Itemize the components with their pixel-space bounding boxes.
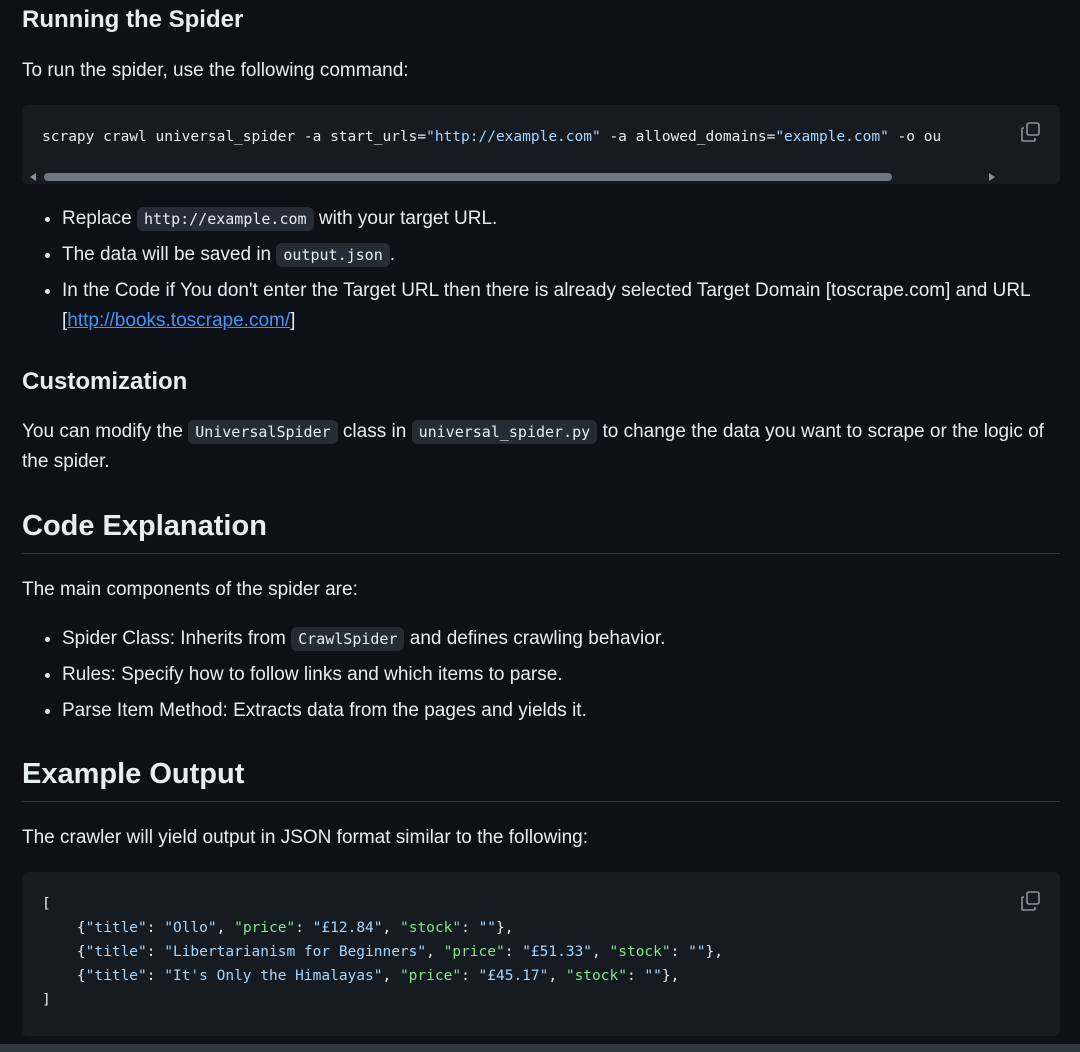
list-item: In the Code if You don't enter the Targe…: [62, 276, 1080, 336]
list-item: Parse Item Method: Extracts data from th…: [62, 696, 1080, 732]
customization-text: You can modify the UniversalSpider class…: [22, 420, 1044, 472]
component-bullets: Spider Class: Inherits from CrawlSpider …: [22, 624, 1080, 732]
heading-example-output: Example Output: [22, 756, 1060, 803]
bottom-edge: [0, 1044, 1080, 1052]
horizontal-scrollbar[interactable]: [22, 171, 1005, 183]
scroll-left-arrow-icon[interactable]: [30, 173, 36, 181]
scroll-right-arrow-icon[interactable]: [989, 173, 995, 181]
json-output-code-block[interactable]: [ {"title": "Ollo", "price": "£12.84", "…: [22, 872, 1060, 1036]
running-bullets: Replace http://example.com with your tar…: [22, 204, 1080, 336]
copy-icon: [1021, 891, 1040, 911]
code-explanation-intro: The main components of the spider are:: [22, 579, 358, 600]
inline-code: UniversalSpider: [188, 420, 338, 444]
copy-json-button[interactable]: [1020, 890, 1042, 912]
example-output-intro: The crawler will yield output in JSON fo…: [22, 827, 588, 848]
list-item: The data will be saved in output.json.: [62, 240, 1080, 276]
inline-code: output.json: [276, 243, 390, 267]
heading-customization: Customization: [22, 368, 188, 395]
books-toscrape-link[interactable]: http://books.toscrape.com/: [67, 310, 290, 331]
inline-code: universal_spider.py: [411, 420, 598, 444]
copy-icon: [1021, 122, 1040, 142]
list-item: Replace http://example.com with your tar…: [62, 204, 1080, 240]
inline-code: http://example.com: [137, 207, 314, 231]
heading-code-explanation: Code Explanation: [22, 508, 1060, 555]
list-item: Spider Class: Inherits from CrawlSpider …: [62, 624, 1080, 660]
inline-code: CrawlSpider: [291, 627, 405, 651]
scrollbar-thumb[interactable]: [44, 173, 892, 181]
heading-running-the-spider: Running the Spider: [22, 6, 244, 33]
command-code-block[interactable]: scrapy crawl universal_spider -a start_u…: [22, 105, 1060, 184]
json-output-code[interactable]: [ {"title": "Ollo", "price": "£12.84", "…: [42, 892, 723, 1012]
running-intro: To run the spider, use the following com…: [22, 60, 409, 81]
list-item: Rules: Specify how to follow links and w…: [62, 660, 1080, 696]
command-code[interactable]: scrapy crawl universal_spider -a start_u…: [42, 125, 1005, 149]
copy-command-button[interactable]: [1020, 121, 1042, 143]
